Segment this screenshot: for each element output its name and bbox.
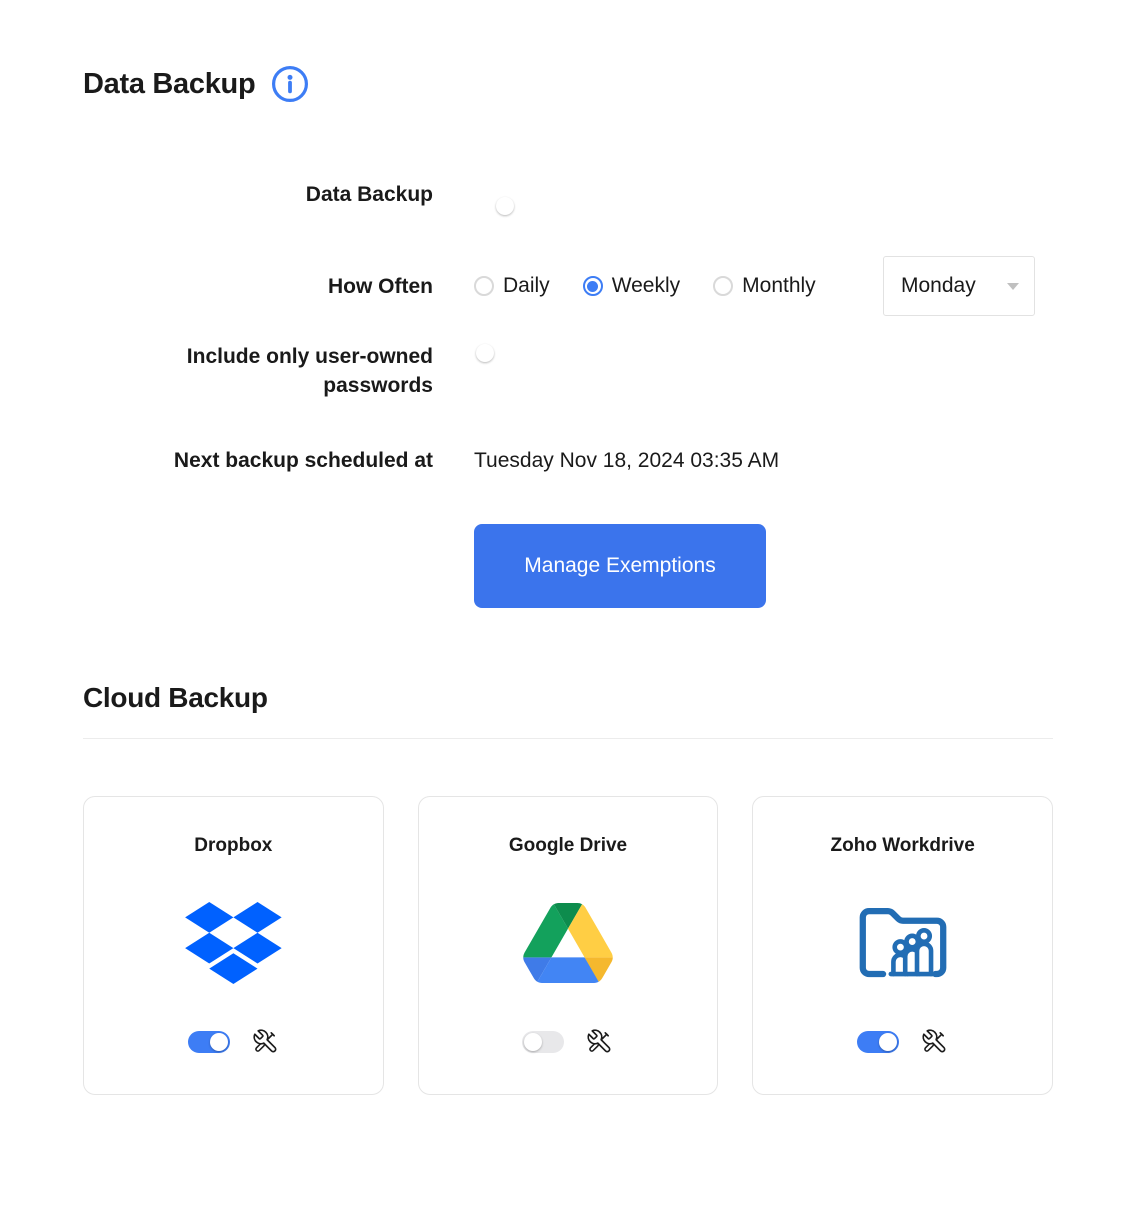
actions-row: Manage Exemptions (83, 524, 1053, 608)
next-backup-row: Next backup scheduled at Tuesday Nov 18,… (83, 446, 1053, 475)
dropbox-toggle[interactable] (188, 1031, 230, 1053)
radio-option-daily[interactable]: Daily (474, 274, 550, 298)
page-title: Data Backup (83, 68, 255, 101)
radio-weekly-label: Weekly (612, 274, 680, 298)
next-backup-label: Next backup scheduled at (83, 446, 433, 475)
radio-daily (474, 276, 494, 296)
data-backup-settings-page: Data Backup Data Backup How Often Daily … (0, 0, 1136, 1095)
next-backup-value: Tuesday Nov 18, 2024 03:35 AM (474, 449, 1053, 473)
data-backup-label: Data Backup (83, 180, 433, 209)
manage-exemptions-button[interactable]: Manage Exemptions (474, 524, 766, 608)
radio-option-weekly[interactable]: Weekly (583, 274, 680, 298)
zoho-workdrive-settings-tools-icon[interactable] (921, 1028, 948, 1055)
day-select[interactable]: Monday (883, 256, 1035, 316)
provider-card-google-drive: Google Drive (418, 796, 719, 1095)
radio-monthly-label: Monthly (742, 274, 816, 298)
radio-option-monthly[interactable]: Monthly (713, 274, 816, 298)
provider-name: Dropbox (194, 835, 272, 857)
radio-daily-label: Daily (503, 274, 550, 298)
chevron-down-icon (1007, 283, 1019, 290)
dropbox-settings-tools-icon[interactable] (252, 1028, 279, 1055)
info-icon[interactable] (270, 64, 310, 104)
section-divider (83, 738, 1053, 739)
provider-card-zoho-workdrive: Zoho Workdrive (752, 796, 1053, 1095)
how-often-row: How Often Daily Weekly Monthly Monday (83, 256, 1053, 316)
cloud-provider-cards: Dropbox (83, 796, 1053, 1095)
user-owned-row: Include only user-owned passwords (83, 342, 1053, 400)
data-backup-row: Data Backup (83, 180, 1053, 209)
radio-monthly (713, 276, 733, 296)
provider-name: Google Drive (509, 835, 627, 857)
page-header: Data Backup (83, 64, 1053, 104)
provider-card-dropbox: Dropbox (83, 796, 384, 1095)
google-drive-settings-tools-icon[interactable] (586, 1028, 613, 1055)
zoho-workdrive-toggle[interactable] (857, 1031, 899, 1053)
radio-weekly (583, 276, 603, 296)
zoho-workdrive-logo (855, 857, 951, 1028)
google-drive-toggle[interactable] (522, 1031, 564, 1053)
provider-name: Zoho Workdrive (831, 835, 975, 857)
dropbox-logo (185, 857, 282, 1028)
user-owned-label: Include only user-owned passwords (138, 342, 433, 400)
how-often-label: How Often (83, 272, 433, 301)
day-select-value: Monday (901, 274, 976, 298)
google-drive-logo (523, 857, 613, 1028)
cloud-backup-title: Cloud Backup (83, 682, 1053, 714)
